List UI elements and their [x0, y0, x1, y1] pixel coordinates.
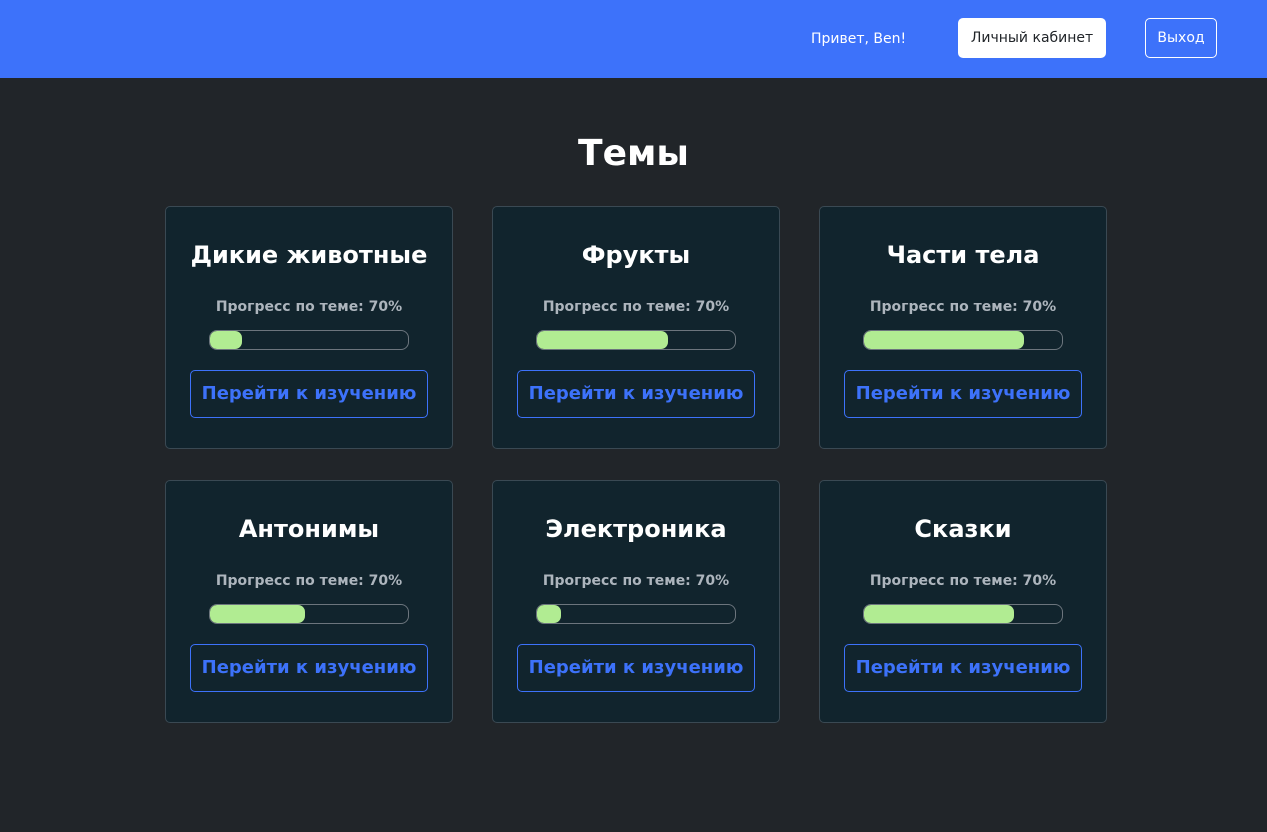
- topic-title: Фрукты: [581, 241, 691, 269]
- personal-cabinet-button[interactable]: Личный кабинет: [958, 18, 1106, 58]
- topic-progress-fill: [210, 331, 242, 349]
- topic-card: Антонимы Прогресс по теме: 70% Перейти к…: [165, 480, 453, 723]
- topic-progress-bar: [209, 604, 409, 624]
- topic-progress-label: Прогресс по теме: 70%: [869, 573, 1057, 589]
- start-study-button[interactable]: Перейти к изучению: [844, 644, 1082, 692]
- topic-progress-bar: [863, 330, 1063, 350]
- top-navbar: Привет, Ben! Личный кабинет Выход: [0, 0, 1267, 78]
- topic-progress-fill: [537, 331, 668, 349]
- topic-title: Части тела: [886, 241, 1040, 269]
- topic-card: Фрукты Прогресс по теме: 70% Перейти к и…: [492, 206, 780, 449]
- topic-progress-label: Прогресс по теме: 70%: [542, 299, 730, 315]
- start-study-button[interactable]: Перейти к изучению: [517, 370, 755, 418]
- start-study-button[interactable]: Перейти к изучению: [190, 370, 428, 418]
- topic-progress-label: Прогресс по теме: 70%: [869, 299, 1057, 315]
- topic-title: Дикие животные: [190, 241, 428, 269]
- topics-grid: Дикие животные Прогресс по теме: 70% Пер…: [165, 206, 1107, 723]
- topic-card: Электроника Прогресс по теме: 70% Перейт…: [492, 480, 780, 723]
- topic-title: Антонимы: [238, 515, 380, 543]
- topic-progress-fill: [864, 331, 1025, 349]
- topic-card: Сказки Прогресс по теме: 70% Перейти к и…: [819, 480, 1107, 723]
- topic-card: Дикие животные Прогресс по теме: 70% Пер…: [165, 206, 453, 449]
- start-study-button[interactable]: Перейти к изучению: [517, 644, 755, 692]
- topic-title: Сказки: [914, 515, 1012, 543]
- start-study-button[interactable]: Перейти к изучению: [844, 370, 1082, 418]
- topic-title: Электроника: [545, 515, 727, 543]
- start-study-button[interactable]: Перейти к изучению: [190, 644, 428, 692]
- topic-progress-bar: [209, 330, 409, 350]
- user-greeting: Привет, Ben!: [811, 31, 907, 47]
- topic-progress-fill: [537, 605, 561, 623]
- page-title: Темы: [578, 133, 689, 174]
- topic-progress-fill: [864, 605, 1015, 623]
- topic-progress-label: Прогресс по теме: 70%: [215, 573, 403, 589]
- topic-progress-fill: [210, 605, 306, 623]
- topic-progress-bar: [536, 604, 736, 624]
- topic-card: Части тела Прогресс по теме: 70% Перейти…: [819, 206, 1107, 449]
- topic-progress-label: Прогресс по теме: 70%: [215, 299, 403, 315]
- topic-progress-label: Прогресс по теме: 70%: [542, 573, 730, 589]
- topic-progress-bar: [863, 604, 1063, 624]
- logout-button[interactable]: Выход: [1145, 18, 1217, 58]
- topic-progress-bar: [536, 330, 736, 350]
